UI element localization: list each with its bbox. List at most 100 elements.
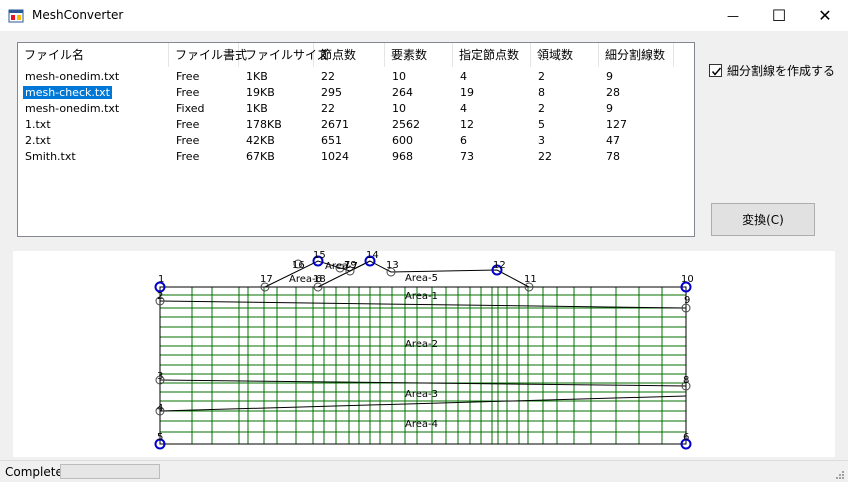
file-row[interactable]: mesh-onedim.txt Fixed 1KB 22 10 4 2 9	[18, 101, 694, 117]
column-header[interactable]: ファイルサイズ	[239, 43, 329, 67]
file-row[interactable]: mesh-onedim.txt Free 1KB 22 10 4 2 9	[18, 69, 694, 85]
maximize-button[interactable]: ☐	[756, 0, 802, 31]
status-text: Complete	[5, 465, 63, 479]
file-cell: 47	[606, 134, 620, 147]
file-cell: mesh-check.txt	[23, 86, 112, 99]
file-cell: 1024	[321, 150, 349, 163]
file-cell: 968	[392, 150, 413, 163]
close-icon: ✕	[818, 6, 832, 25]
progress-bar	[60, 464, 160, 479]
node-label: 2	[157, 291, 163, 302]
area-label: Area-2	[405, 339, 438, 350]
file-cell: 22	[321, 70, 335, 83]
file-cell: 8	[538, 86, 545, 99]
file-cell: Smith.txt	[25, 150, 76, 163]
file-cell: 6	[460, 134, 467, 147]
file-cell: 264	[392, 86, 413, 99]
file-cell: 1.txt	[25, 118, 51, 131]
file-cell: 78	[606, 150, 620, 163]
file-cell: 67KB	[246, 150, 275, 163]
node-label: 17	[260, 274, 273, 285]
node-label: 10	[681, 274, 694, 285]
node-label: 16	[292, 260, 305, 271]
area-label: Area-4	[405, 419, 438, 430]
column-header[interactable]: 要素数	[385, 43, 453, 67]
node-label: 14	[366, 251, 379, 261]
file-cell: 178KB	[246, 118, 282, 131]
mesh-drawing: 1 1716151819147 13 1211 1093 845 62 Area-1Area-…	[154, 250, 694, 450]
file-cell: 73	[460, 150, 474, 163]
file-cell: 10	[392, 102, 406, 115]
area-label: Area-3	[405, 389, 438, 400]
resize-grip-icon[interactable]	[834, 469, 844, 479]
file-cell: Free	[176, 118, 200, 131]
area-label: Area-1	[405, 291, 438, 302]
node-label: 9	[684, 295, 690, 306]
file-cell: 19KB	[246, 86, 275, 99]
maximize-icon: ☐	[771, 6, 787, 25]
column-header[interactable]: ファイル書式	[169, 43, 247, 67]
node-label: 3	[157, 371, 163, 382]
file-list-header: ファイル名 ファイル書式 ファイルサイズ 節点数 要素数 指定節点数 領域数 細分割線数	[18, 43, 694, 67]
close-button[interactable]: ✕	[802, 0, 848, 31]
file-cell: 10	[392, 70, 406, 83]
file-cell: 9	[606, 70, 613, 83]
file-row[interactable]: mesh-check.txt Free 19KB 295 264 19 8 28	[18, 85, 694, 101]
column-header[interactable]: 領域数	[531, 43, 599, 67]
area-label: Area-6	[289, 274, 322, 285]
file-cell: 22	[321, 102, 335, 115]
status-bar: Complete	[0, 460, 848, 482]
file-row[interactable]: 2.txt Free 42KB 651 600 6 3 47	[18, 133, 694, 149]
node-label: 1	[158, 274, 164, 285]
file-cell: 1KB	[246, 70, 268, 83]
file-cell: Free	[176, 134, 200, 147]
file-cell: 12	[460, 118, 474, 131]
file-cell: mesh-onedim.txt	[25, 102, 120, 115]
node-label: 8	[683, 375, 689, 386]
column-header[interactable]: 節点数	[314, 43, 385, 67]
file-cell: Free	[176, 86, 200, 99]
node-label: 5	[157, 432, 163, 443]
file-cell: 22	[538, 150, 552, 163]
node-label: 11	[524, 274, 537, 285]
minimize-button[interactable]: —	[710, 0, 756, 31]
node-label: 4	[157, 403, 163, 414]
file-cell: mesh-onedim.txt	[25, 70, 120, 83]
file-cell: Free	[176, 70, 200, 83]
app-icon	[8, 9, 24, 23]
file-cell: 600	[392, 134, 413, 147]
title-bar: MeshConverter — ☐ ✕	[0, 0, 848, 31]
file-row[interactable]: Smith.txt Free 67KB 1024 968 73 22 78	[18, 149, 694, 165]
file-cell: 295	[321, 86, 342, 99]
node-label: 6	[683, 432, 689, 443]
subdivide-checkbox[interactable]	[709, 63, 722, 77]
file-cell: 3	[538, 134, 545, 147]
node-label: 13	[386, 260, 399, 271]
file-cell: 651	[321, 134, 342, 147]
file-row[interactable]: 1.txt Free 178KB 2671 2562 12 5 127	[18, 117, 694, 133]
column-header[interactable]: ファイル名	[18, 43, 169, 67]
file-cell: 4	[460, 70, 467, 83]
subdivide-checkbox-label: 細分割線を作成する	[727, 63, 836, 78]
file-cell: Fixed	[176, 102, 205, 115]
file-cell: 28	[606, 86, 620, 99]
file-cell: 2671	[321, 118, 349, 131]
file-cell: 2562	[392, 118, 420, 131]
subdivide-option[interactable]: 細分割線を作成する	[709, 62, 835, 78]
area-label: Area-5	[405, 273, 438, 284]
node-label: 15	[313, 251, 326, 261]
check-icon	[711, 67, 722, 76]
minimize-icon: —	[727, 8, 739, 23]
file-cell: 5	[538, 118, 545, 131]
convert-button[interactable]: 変換(C)	[711, 203, 815, 236]
window-title: MeshConverter	[32, 8, 124, 22]
column-header[interactable]: 指定節点数	[453, 43, 531, 67]
mesh-preview: 1 17 16 15 18 19 14 7 13 12 11 10 9 3 8 4 5 6 2 Area-1 Area-…	[13, 250, 835, 457]
file-cell: 2.txt	[25, 134, 51, 147]
file-cell: 4	[460, 102, 467, 115]
file-cell: 19	[460, 86, 474, 99]
file-cell: 2	[538, 102, 545, 115]
file-list[interactable]: ファイル名 ファイル書式 ファイルサイズ 節点数 要素数 指定節点数 領域数 細分割線数 me…	[17, 42, 695, 237]
file-cell: 42KB	[246, 134, 275, 147]
column-header[interactable]: 細分割線数	[599, 43, 674, 67]
